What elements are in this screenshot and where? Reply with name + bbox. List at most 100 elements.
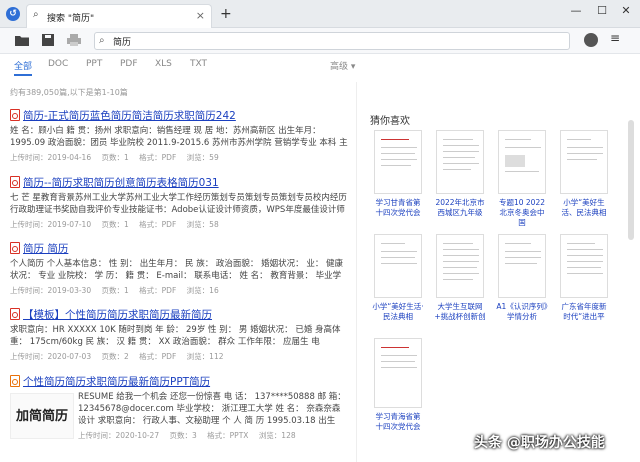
- recommend-card[interactable]: 专题10 2022北京冬奥会中国: [498, 130, 550, 228]
- page-count: 页数：3: [169, 431, 197, 440]
- recommend-card[interactable]: 学习青海省第十四次党代会: [374, 338, 426, 432]
- watermark: 头条 @职场办公技能: [474, 435, 605, 451]
- filter-xls[interactable]: XLS: [155, 59, 172, 69]
- doc-thumbnail: [374, 234, 422, 298]
- page-count: 页数：1: [101, 220, 129, 229]
- filter-txt[interactable]: TXT: [190, 59, 207, 69]
- result-snippet: 个人简历 个人基本信息： 性 别： 出生年月： 民 族： 政治面貌： 婚姻状况：…: [10, 259, 344, 281]
- recommend-title: 猜你喜欢: [370, 116, 410, 127]
- card-caption: 小学“美好生活、民法典相: [561, 198, 607, 217]
- title-bar: ↺ ⌕ 搜索 "简历" × + — ☐ ✕: [0, 0, 640, 28]
- result-item: 【模板】个性简历简历求职简历最新简历 求职意向：HR XXXXX 10K 随时到…: [10, 307, 348, 362]
- filter-pdf[interactable]: PDF: [120, 59, 138, 69]
- result-item: 简历-正式简历蓝色简历简洁简历求职简历242 姓 名：顾小白 籍 贯：扬州 求职…: [10, 108, 348, 163]
- result-title-row[interactable]: 【模板】个性简历简历求职简历最新简历: [10, 307, 348, 321]
- app-logo-icon[interactable]: ↺: [6, 7, 20, 21]
- recommend-card[interactable]: 小学“美好生活·民法典相: [372, 234, 426, 322]
- result-title-row[interactable]: 个性简历简历求职简历最新简历PPT简历: [10, 374, 348, 388]
- result-title-row[interactable]: 简历-正式简历蓝色简历简洁简历求职简历242: [10, 108, 348, 122]
- upload-date: 上传时间：2019-03-30: [10, 286, 92, 295]
- result-summary: 约有389,050篇,以下是第1-10篇: [10, 88, 128, 97]
- result-title[interactable]: 简历-正式简历蓝色简历简洁简历求职简历242: [23, 110, 236, 122]
- file-format: 格式：PPTX: [207, 431, 249, 440]
- view-count: 浏览：16: [186, 286, 219, 295]
- doc-thumbnail: [374, 130, 422, 194]
- card-caption: 小学“美好生活·民法典相: [372, 302, 424, 321]
- view-count: 浏览：128: [258, 431, 296, 440]
- new-tab-button[interactable]: +: [220, 6, 232, 22]
- more-menu-icon[interactable]: ≡: [610, 31, 620, 45]
- pdf-file-icon: [10, 109, 20, 121]
- doc-thumbnail: [498, 130, 546, 194]
- recommend-card[interactable]: 学习甘青省第十四次党代会: [374, 130, 426, 218]
- file-format: 格式：PDF: [139, 220, 177, 229]
- close-window-button[interactable]: ✕: [616, 4, 636, 17]
- result-meta: 上传时间：2019-04-16 页数：1 格式：PDF 浏览：59: [10, 152, 348, 163]
- upload-date: 上传时间：2019-07-10: [10, 220, 92, 229]
- result-title[interactable]: 简历--简历求职简历创意简历表格简历031: [23, 177, 219, 189]
- view-count: 浏览：59: [186, 153, 219, 162]
- search-box: ⌕: [94, 32, 570, 50]
- search-icon: ⌕: [33, 9, 39, 20]
- tab-title: 搜索 "简历": [47, 14, 95, 24]
- view-count: 浏览：112: [186, 352, 224, 361]
- card-caption: 学习甘青省第十四次党代会: [375, 198, 421, 217]
- recommend-card[interactable]: 小学“美好生活、民法典相: [560, 130, 612, 218]
- user-avatar-icon[interactable]: [584, 33, 598, 47]
- file-format: 格式：PDF: [139, 352, 177, 361]
- upload-date: 上传时间：2020-10-27: [78, 431, 160, 440]
- card-caption: 广东省年度新时代“进出平: [561, 302, 607, 321]
- result-item: 简历 简历 个人简历 个人基本信息： 性 别： 出生年月： 民 族： 政治面貌：…: [10, 241, 348, 296]
- scrollbar-thumb[interactable]: [628, 120, 634, 240]
- filter-all[interactable]: 全部: [14, 59, 32, 72]
- result-thumbnail[interactable]: 加简简历: [10, 393, 74, 439]
- doc-thumbnail: [560, 234, 608, 298]
- card-caption: 2022年北京市西城区九年级: [435, 198, 485, 217]
- toolbar: ⌕ ≡: [0, 28, 640, 54]
- card-caption: A1《认识序列》学情分析: [496, 302, 548, 321]
- doc-thumbnail: [498, 234, 546, 298]
- save-icon[interactable]: [40, 33, 56, 47]
- page-count: 页数：1: [101, 286, 129, 295]
- result-title-row[interactable]: 简历 简历: [10, 241, 348, 255]
- filter-tabs: 全部 DOC PPT PDF XLS TXT 高级 ▾: [0, 54, 640, 76]
- panel-divider: [356, 82, 357, 462]
- search-icon: ⌕: [99, 35, 105, 46]
- pdf-file-icon: [10, 176, 20, 188]
- print-icon[interactable]: [66, 33, 82, 47]
- doc-thumbnail: [436, 130, 484, 194]
- result-meta: 上传时间：2020-07-03 页数：2 格式：PDF 浏览：112: [10, 351, 348, 362]
- recommend-card[interactable]: A1《认识序列》学情分析: [496, 234, 550, 322]
- advanced-button[interactable]: 高级 ▾: [330, 59, 355, 72]
- doc-thumbnail: [560, 130, 608, 194]
- result-meta: 上传时间：2019-03-30 页数：1 格式：PDF 浏览：16: [10, 285, 348, 296]
- card-caption: 专题10 2022北京冬奥会中国: [498, 198, 545, 227]
- pdf-file-icon: [10, 308, 20, 320]
- doc-thumbnail: [374, 338, 422, 408]
- recommend-card[interactable]: 大学生互联网+挑战杯创新创: [434, 234, 488, 322]
- result-title[interactable]: 简历 简历: [23, 243, 68, 255]
- pdf-file-icon: [10, 242, 20, 254]
- recommend-card[interactable]: 2022年北京市西城区九年级: [435, 130, 488, 218]
- upload-date: 上传时间：2020-07-03: [10, 352, 92, 361]
- filter-doc[interactable]: DOC: [48, 59, 68, 69]
- result-snippet: 姓 名：顾小白 籍 贯：扬州 求职意向：销售经理 现 居 地：苏州高新区 出生年…: [10, 126, 348, 148]
- result-title[interactable]: 个性简历简历求职简历最新简历PPT简历: [23, 376, 210, 388]
- doc-thumbnail: [436, 234, 484, 298]
- result-title[interactable]: 【模板】个性简历简历求职简历最新简历: [23, 309, 212, 321]
- thumbnail-text: 加简简历: [15, 409, 68, 424]
- tab-close-icon[interactable]: ×: [196, 9, 205, 22]
- card-caption: 学习青海省第十四次党代会: [375, 412, 421, 431]
- search-input[interactable]: [113, 34, 553, 48]
- tab-search[interactable]: ⌕ 搜索 "简历" ×: [26, 4, 212, 28]
- card-caption: 大学生互联网+挑战杯创新创: [434, 302, 486, 321]
- result-meta: 上传时间：2020-10-27 页数：3 格式：PPTX 浏览：128: [78, 430, 348, 441]
- page-count: 页数：1: [101, 153, 129, 162]
- result-title-row[interactable]: 简历--简历求职简历创意简历表格简历031: [10, 175, 348, 189]
- open-folder-icon[interactable]: [14, 33, 30, 47]
- recommend-card[interactable]: 广东省年度新时代“进出平: [560, 234, 612, 322]
- minimize-button[interactable]: —: [566, 4, 586, 17]
- result-meta: 上传时间：2019-07-10 页数：1 格式：PDF 浏览：58: [10, 219, 348, 230]
- maximize-button[interactable]: ☐: [592, 4, 612, 17]
- filter-ppt[interactable]: PPT: [86, 59, 102, 69]
